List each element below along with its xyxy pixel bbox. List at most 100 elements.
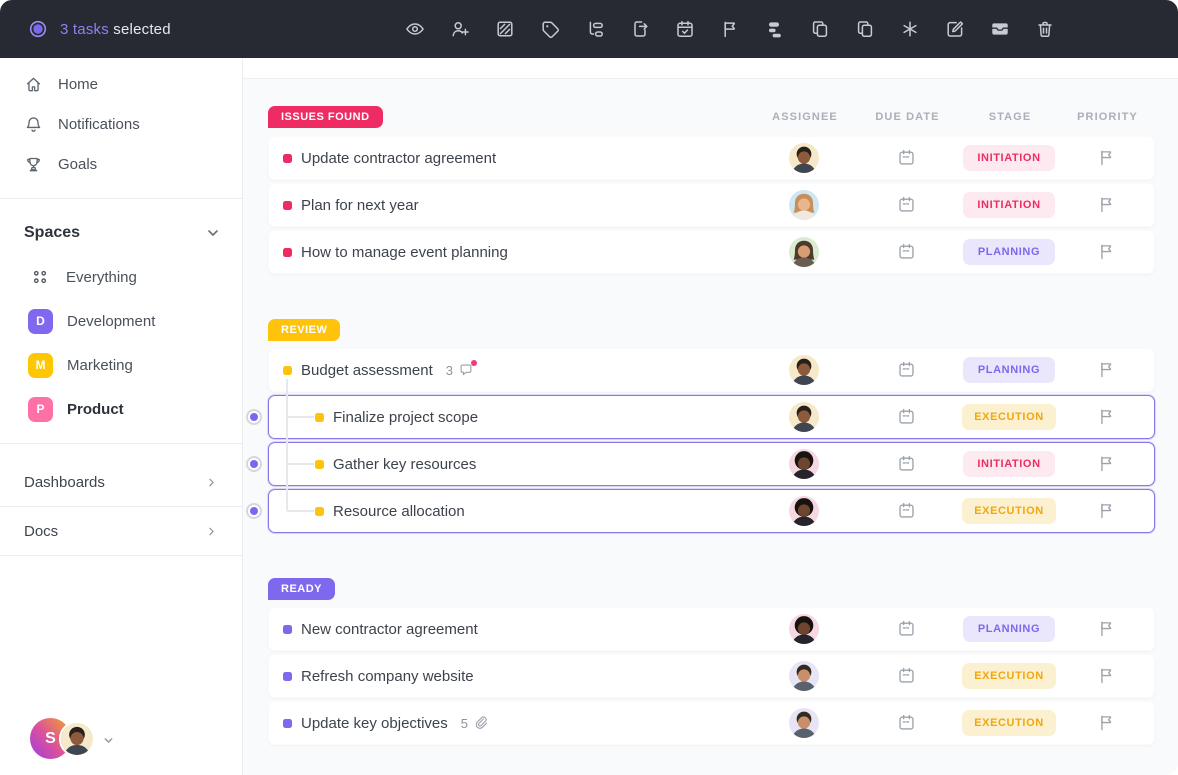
calendar-icon[interactable] (897, 195, 917, 215)
trash-icon[interactable] (1034, 18, 1056, 40)
task-title[interactable]: Budget assessment (301, 362, 433, 379)
export-task-icon[interactable] (629, 18, 651, 40)
group-label[interactable]: REVIEW (268, 319, 340, 341)
task-status-bullet[interactable] (283, 248, 292, 257)
assignee-avatar[interactable] (789, 449, 819, 479)
stage-badge[interactable]: EXECUTION (962, 404, 1056, 430)
flag-icon[interactable] (719, 18, 741, 40)
task-status-bullet[interactable] (283, 366, 292, 375)
stage-badge[interactable]: PLANNING (963, 357, 1055, 383)
task-row[interactable]: Update key objectives5EXECUTION (268, 701, 1155, 745)
task-row[interactable]: New contractor agreement PLANNING (268, 607, 1155, 651)
task-status-bullet[interactable] (283, 625, 292, 634)
stage-badge[interactable]: INITIATION (963, 192, 1055, 218)
calendar-icon[interactable] (897, 454, 917, 474)
flag-icon[interactable] (1097, 407, 1117, 427)
user-plus-icon[interactable] (449, 18, 471, 40)
column-header-assignee[interactable]: ASSIGNEE (755, 111, 855, 123)
group-label[interactable]: READY (268, 578, 335, 600)
task-row[interactable]: Plan for next year INITIATION (268, 183, 1155, 227)
calendar-check-icon[interactable] (674, 18, 696, 40)
flag-icon[interactable] (1097, 242, 1117, 262)
flag-icon[interactable] (1097, 501, 1117, 521)
assignee-avatar[interactable] (789, 190, 819, 220)
calendar-icon[interactable] (897, 360, 917, 380)
sidebar-space-everything[interactable]: Everything (0, 257, 242, 297)
sidebar-space-marketing[interactable]: MMarketing (0, 345, 242, 385)
sidebar-section-docs[interactable]: Docs (0, 507, 242, 555)
assignee-avatar[interactable] (789, 614, 819, 644)
task-status-bullet[interactable] (283, 201, 292, 210)
sidebar-spaces-header[interactable]: Spaces (0, 213, 242, 253)
sidebar-item-home[interactable]: Home (0, 64, 242, 104)
task-row[interactable]: Budget assessment 3 PLANNING (268, 348, 1155, 392)
row-selection-radio[interactable] (246, 456, 262, 472)
user-account-switcher[interactable]: S (30, 718, 114, 759)
task-title[interactable]: New contractor agreement (301, 621, 478, 638)
edit-icon[interactable] (944, 18, 966, 40)
task-row[interactable]: Update contractor agreementINITIATION (268, 136, 1155, 180)
flag-icon[interactable] (1097, 195, 1117, 215)
sidebar-space-development[interactable]: DDevelopment (0, 301, 242, 341)
flag-icon[interactable] (1097, 713, 1117, 733)
stage-badge[interactable]: INITIATION (963, 451, 1055, 477)
stage-badge[interactable]: EXECUTION (962, 710, 1056, 736)
task-status-bullet[interactable] (283, 719, 292, 728)
task-status-bullet[interactable] (315, 413, 324, 422)
calendar-icon[interactable] (897, 148, 917, 168)
task-title[interactable]: Update key objectives (301, 715, 448, 732)
stage-badge[interactable]: PLANNING (963, 616, 1055, 642)
column-header-priority[interactable]: PRIORITY (1060, 111, 1155, 123)
assignee-avatar[interactable] (789, 708, 819, 738)
group-label[interactable]: ISSUES FOUND (268, 106, 383, 128)
calendar-icon[interactable] (897, 501, 917, 521)
flag-icon[interactable] (1097, 148, 1117, 168)
column-header-due-date[interactable]: DUE DATE (855, 111, 960, 123)
assignee-avatar[interactable] (789, 143, 819, 173)
flag-icon[interactable] (1097, 619, 1117, 639)
calendar-icon[interactable] (897, 407, 917, 427)
task-title[interactable]: Gather key resources (333, 456, 476, 473)
flag-icon[interactable] (1097, 360, 1117, 380)
task-title[interactable]: Plan for next year (301, 197, 419, 214)
flag-icon[interactable] (1097, 666, 1117, 686)
task-status-bullet[interactable] (283, 672, 292, 681)
sidebar-item-notifications[interactable]: Notifications (0, 104, 242, 144)
task-title[interactable]: Finalize project scope (333, 409, 478, 426)
row-selection-radio[interactable] (246, 503, 262, 519)
eye-icon[interactable] (404, 18, 426, 40)
assignee-avatar[interactable] (789, 237, 819, 267)
flag-icon[interactable] (1097, 454, 1117, 474)
stage-badge[interactable]: PLANNING (963, 239, 1055, 265)
calendar-icon[interactable] (897, 619, 917, 639)
sidebar-item-goals[interactable]: Goals (0, 144, 242, 184)
task-title[interactable]: How to manage event planning (301, 244, 508, 261)
task-status-bullet[interactable] (283, 154, 292, 163)
calendar-icon[interactable] (897, 242, 917, 262)
task-title[interactable]: Refresh company website (301, 668, 474, 685)
shortcut-icon[interactable] (899, 18, 921, 40)
copy-icon[interactable] (809, 18, 831, 40)
task-title[interactable]: Resource allocation (333, 503, 465, 520)
assignee-avatar[interactable] (789, 355, 819, 385)
task-status-bullet[interactable] (315, 460, 324, 469)
column-header-stage[interactable]: STAGE (960, 111, 1060, 123)
task-row[interactable]: Finalize project scope EXECUTION (268, 395, 1155, 439)
sidebar-section-dashboards[interactable]: Dashboards (0, 458, 242, 506)
tag-icon[interactable] (539, 18, 561, 40)
task-meta[interactable]: 3 (446, 362, 474, 378)
stage-badge[interactable]: EXECUTION (962, 663, 1056, 689)
statuses-icon[interactable] (764, 18, 786, 40)
calendar-icon[interactable] (897, 713, 917, 733)
task-row[interactable]: Refresh company website EXECUTION (268, 654, 1155, 698)
task-status-bullet[interactable] (315, 507, 324, 516)
task-title[interactable]: Update contractor agreement (301, 150, 496, 167)
assignee-avatar[interactable] (789, 496, 819, 526)
task-row[interactable]: Gather key resources INITIATION (268, 442, 1155, 486)
subtask-tree-icon[interactable] (584, 18, 606, 40)
row-selection-radio[interactable] (246, 409, 262, 425)
calendar-icon[interactable] (897, 666, 917, 686)
selection-indicator[interactable]: 3 tasks selected (28, 19, 171, 39)
assignee-avatar[interactable] (789, 402, 819, 432)
task-row[interactable]: How to manage event planning PLANNING (268, 230, 1155, 274)
